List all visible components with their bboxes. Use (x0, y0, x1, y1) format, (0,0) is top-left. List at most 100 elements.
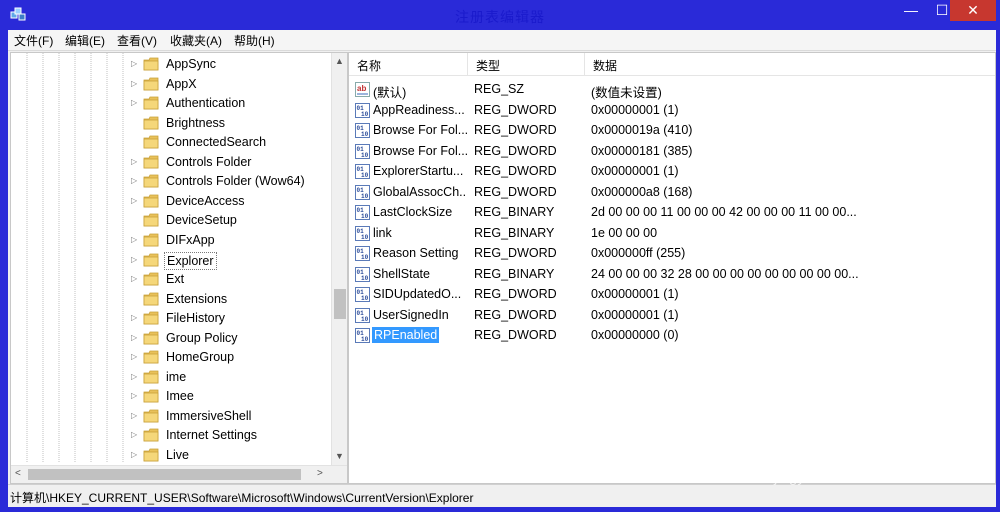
menu-favorites[interactable]: 收藏夹(A) (170, 32, 222, 49)
value-row[interactable]: 01 10 Reason Setting REG_DWORD 0x000000ff (2… (349, 243, 995, 263)
tree-node[interactable]: ▷ Group Policy (129, 329, 334, 348)
value-data: 0x00000001 (1) (591, 287, 679, 301)
scroll-down-icon[interactable]: ▼ (335, 451, 344, 461)
column-header-type[interactable]: 类型 (468, 53, 585, 76)
tree-node[interactable]: ▷ Controls Folder (129, 153, 334, 172)
value-row[interactable]: 01 10 ExplorerStartu... REG_DWORD 0x00000001… (349, 161, 995, 181)
expand-arrow-icon[interactable]: ▷ (131, 274, 139, 284)
value-row[interactable]: 01 10 Browse For Fol... REG_DWORD 0x0000019a… (349, 120, 995, 140)
expand-arrow-icon[interactable]: ▷ (131, 235, 139, 245)
tree-node[interactable]: ConnectedSearch (129, 133, 334, 152)
expand-arrow-icon[interactable]: ▷ (131, 59, 139, 69)
expand-arrow-icon[interactable]: ▷ (131, 411, 139, 421)
value-type: REG_DWORD (474, 102, 557, 117)
tree-node[interactable]: ▷ Controls Folder (Wow64) (129, 172, 334, 191)
svg-text:10: 10 (361, 131, 369, 138)
expand-arrow-icon[interactable]: ▷ (131, 372, 139, 382)
tree-node[interactable]: ▷ Live (129, 446, 334, 465)
tree-node-label: AppSync (166, 57, 217, 71)
value-row[interactable]: 01 10 ShellState REG_BINARY 24 00 00 00 32 2… (349, 264, 995, 284)
tree-node[interactable]: Extensions (129, 290, 334, 309)
value-row[interactable]: 01 10 Browse For Fol... REG_DWORD 0x00000181… (349, 141, 995, 161)
tree-node[interactable]: ▷ ImmersiveShell (129, 407, 334, 426)
tree-node[interactable]: DeviceSetup (129, 211, 334, 230)
tree-horizontal-scrollbar[interactable]: < > (11, 465, 347, 483)
tree-node[interactable]: ▷ Imee (129, 387, 334, 406)
close-button[interactable]: ✕ (950, 0, 996, 21)
title-bar: 注册表编辑器 — ☐ ✕ (0, 0, 1000, 30)
menu-edit[interactable]: 编辑(E) (65, 32, 105, 49)
tree-node-label: Controls Folder (Wow64) (166, 174, 305, 189)
tree-node[interactable]: ▷ Explorer (129, 251, 334, 270)
binary-value-icon: 0110 (355, 184, 370, 200)
value-row[interactable]: 01 10 UserSignedIn REG_DWORD 0x00000001 (1) (349, 305, 995, 325)
tree-node[interactable]: ▷ Ext (129, 270, 334, 289)
expand-arrow-icon[interactable]: ▷ (131, 450, 139, 460)
value-type: REG_DWORD (474, 164, 557, 178)
tree-node[interactable]: ▷ AppSync (129, 55, 334, 74)
tree-vertical-scrollbar[interactable]: ▲ ▼ (331, 53, 347, 465)
value-type: REG_DWORD (474, 328, 557, 342)
value-row[interactable]: ab (默认) REG_SZ (数值未设置) (349, 79, 995, 100)
tree-node[interactable]: ▷ DeviceAccess (129, 192, 334, 211)
menu-view[interactable]: 查看(V) (117, 32, 157, 49)
binary-value-icon: 0110 (355, 328, 370, 343)
tree-node[interactable]: ▷ HomeGroup (129, 348, 334, 367)
folder-icon (143, 155, 159, 169)
value-row[interactable]: 01 10 RPEnabled REG_DWORD 0x00000000 (0) (349, 325, 995, 345)
tree-node[interactable]: ▷ FileHistory (129, 309, 334, 328)
expand-arrow-icon[interactable]: ▷ (131, 313, 139, 323)
value-name: link (373, 225, 392, 240)
tree-node[interactable]: ▷ DIFxApp (129, 231, 334, 250)
column-header-data[interactable]: 数据 (585, 53, 995, 76)
expand-arrow-icon[interactable]: ▷ (131, 333, 139, 343)
scroll-up-icon[interactable]: ▲ (335, 56, 344, 66)
value-data: 0x00000001 (1) (591, 102, 679, 117)
value-data: 0x00000001 (1) (591, 164, 679, 178)
value-data: 0x000000a8 (168) (591, 184, 693, 199)
key-tree-pane[interactable]: ▷ AppSync ▷ AppX ▷ Authentication Brightness Co… (10, 52, 348, 484)
baidu-jingyan-watermark: Bai du 经验 jingyan.baidu.com (768, 405, 977, 486)
value-type: REG_DWORD (474, 143, 557, 158)
folder-icon (143, 409, 159, 423)
tree-node[interactable]: ▷ Authentication (129, 94, 334, 113)
tree-guide-lines (26, 53, 124, 463)
tree-node[interactable]: ▷ AppX (129, 75, 334, 94)
tree-scroll-thumb[interactable] (334, 289, 346, 319)
folder-icon (143, 57, 159, 71)
value-name: SIDUpdatedO... (373, 287, 462, 301)
expand-arrow-icon[interactable]: ▷ (131, 79, 139, 89)
expand-arrow-icon[interactable]: ▷ (131, 196, 139, 206)
expand-arrow-icon[interactable]: ▷ (131, 391, 139, 401)
value-row[interactable]: 01 10 AppReadiness... REG_DWORD 0x00000001 (… (349, 100, 995, 120)
value-row[interactable]: 01 10 LastClockSize REG_BINARY 2d 00 00 00 1… (349, 202, 995, 222)
expand-arrow-icon[interactable]: ▷ (131, 352, 139, 362)
tree-node[interactable]: ▷ Internet Settings (129, 426, 334, 445)
value-row[interactable]: 01 10 GlobalAssocCh... REG_DWORD 0x000000a8 … (349, 182, 995, 202)
value-row[interactable]: 01 10 SIDUpdatedO... REG_DWORD 0x00000001 (1… (349, 284, 995, 304)
expand-arrow-icon[interactable]: ▷ (131, 98, 139, 108)
svg-text:10: 10 (361, 254, 369, 261)
folder-icon (143, 233, 159, 247)
menu-help[interactable]: 帮助(H) (234, 32, 275, 49)
minimize-button[interactable]: — (896, 0, 926, 21)
scroll-right-icon[interactable]: > (317, 468, 323, 479)
binary-value-icon: 0110 (355, 102, 370, 118)
tree-hscroll-thumb[interactable] (28, 469, 301, 480)
expand-arrow-icon[interactable]: ▷ (131, 255, 139, 265)
column-header-name[interactable]: 名称 (349, 53, 468, 76)
expand-arrow-icon[interactable]: ▷ (131, 430, 139, 440)
tree-node-label: FileHistory (166, 311, 226, 326)
scroll-left-icon[interactable]: < (15, 468, 21, 479)
expand-arrow-icon[interactable]: ▷ (131, 157, 139, 167)
folder-icon (143, 96, 159, 110)
value-row[interactable]: 01 10 link REG_BINARY 1e 00 00 00 (349, 223, 995, 243)
value-name: Browse For Fol... (373, 123, 467, 137)
menu-file[interactable]: 文件(F) (14, 32, 53, 49)
value-name: RPEnabled (372, 327, 440, 343)
tree-node[interactable]: Brightness (129, 114, 334, 133)
tree-node-label: Group Policy (166, 330, 238, 345)
tree-node[interactable]: ▷ ime (129, 368, 334, 387)
value-type: REG_BINARY (474, 266, 555, 281)
expand-arrow-icon[interactable]: ▷ (131, 176, 139, 186)
